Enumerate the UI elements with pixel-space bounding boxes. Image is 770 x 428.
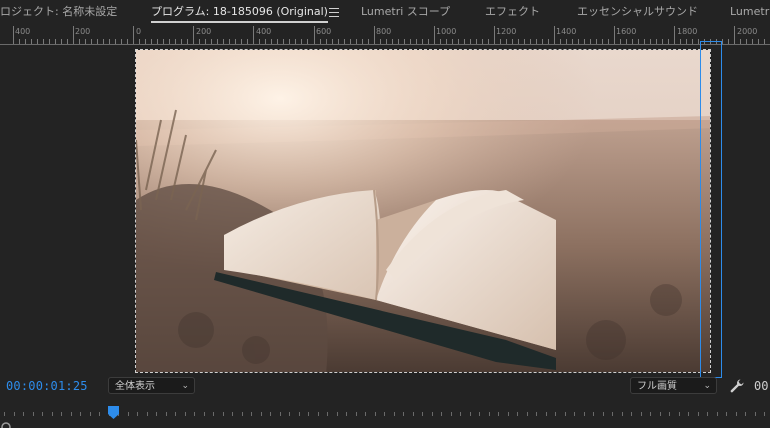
hamburger-menu-icon[interactable]	[329, 5, 339, 19]
ruler-label: 400	[15, 27, 31, 36]
mini-timeline[interactable]	[0, 403, 770, 428]
ruler-label: 800	[376, 27, 392, 36]
wrench-icon[interactable]	[729, 378, 745, 394]
video-frame[interactable]	[135, 49, 711, 373]
tab-essential-sound-label: エッセンシャルサウンド	[577, 5, 698, 18]
ruler-label: 600	[316, 27, 332, 36]
ruler-label: 400	[256, 27, 272, 36]
ruler-label: 1800	[677, 27, 698, 36]
chevron-down-icon: ⌄	[181, 381, 189, 391]
ruler-label: 1600	[616, 27, 637, 36]
tab-effects-label: エフェクト	[485, 5, 540, 18]
monitor-controls: 00:00:01:25 全体表示 ⌄ フル画質 ⌄ 00	[0, 375, 770, 399]
video-frame-image	[136, 50, 710, 372]
program-monitor-panel: ロジェクト: 名称未設定 プログラム: 18-185096 (Original)…	[0, 0, 770, 428]
tab-effects[interactable]: エフェクト	[485, 0, 540, 24]
tab-essential-sound[interactable]: エッセンシャルサウンド	[577, 0, 698, 24]
playback-resolution-select[interactable]: フル画質 ⌄	[630, 377, 717, 394]
ruler-label: 0	[136, 27, 142, 36]
panel-tab-bar: ロジェクト: 名称未設定 プログラム: 18-185096 (Original)…	[0, 0, 770, 24]
tab-project[interactable]: ロジェクト: 名称未設定	[0, 0, 117, 24]
playhead-timecode[interactable]: 00:00:01:25	[6, 379, 88, 393]
ruler-label: 2000	[737, 27, 758, 36]
ruler-label: 1000	[436, 27, 457, 36]
tab-lumetri-scopes[interactable]: Lumetri スコープ	[361, 0, 450, 24]
in-point-handle	[1, 422, 11, 428]
tab-project-label: ロジェクト: 名称未設定	[0, 5, 118, 18]
ruler-label: 1400	[556, 27, 577, 36]
tab-lumetri-color-label: Lumetri	[730, 5, 770, 18]
ruler-label: 200	[196, 27, 212, 36]
tab-program-label: プログラム: 18-185096 (Original)	[151, 5, 328, 18]
video-viewer[interactable]	[0, 41, 770, 378]
tab-lumetri-scopes-label: Lumetri スコープ	[361, 5, 451, 18]
playhead-marker-icon[interactable]	[108, 406, 119, 420]
selection-bounds-overlay	[700, 41, 722, 378]
ruler-label: 200	[75, 27, 91, 36]
active-tab-underline	[151, 21, 328, 23]
duration-timecode: 00	[754, 379, 769, 393]
zoom-level-select[interactable]: 全体表示 ⌄	[108, 377, 195, 394]
tab-lumetri-color[interactable]: Lumetri	[730, 0, 770, 24]
zoom-level-value: 全体表示	[115, 381, 155, 392]
ruler-label: 1200	[496, 27, 517, 36]
chevron-down-icon: ⌄	[703, 381, 711, 391]
playback-resolution-value: フル画質	[637, 381, 677, 392]
horizontal-ruler: 400 200 0 200 400 600 800 1000 1200 1400…	[0, 26, 770, 45]
tab-program-monitor[interactable]: プログラム: 18-185096 (Original)	[151, 0, 328, 24]
